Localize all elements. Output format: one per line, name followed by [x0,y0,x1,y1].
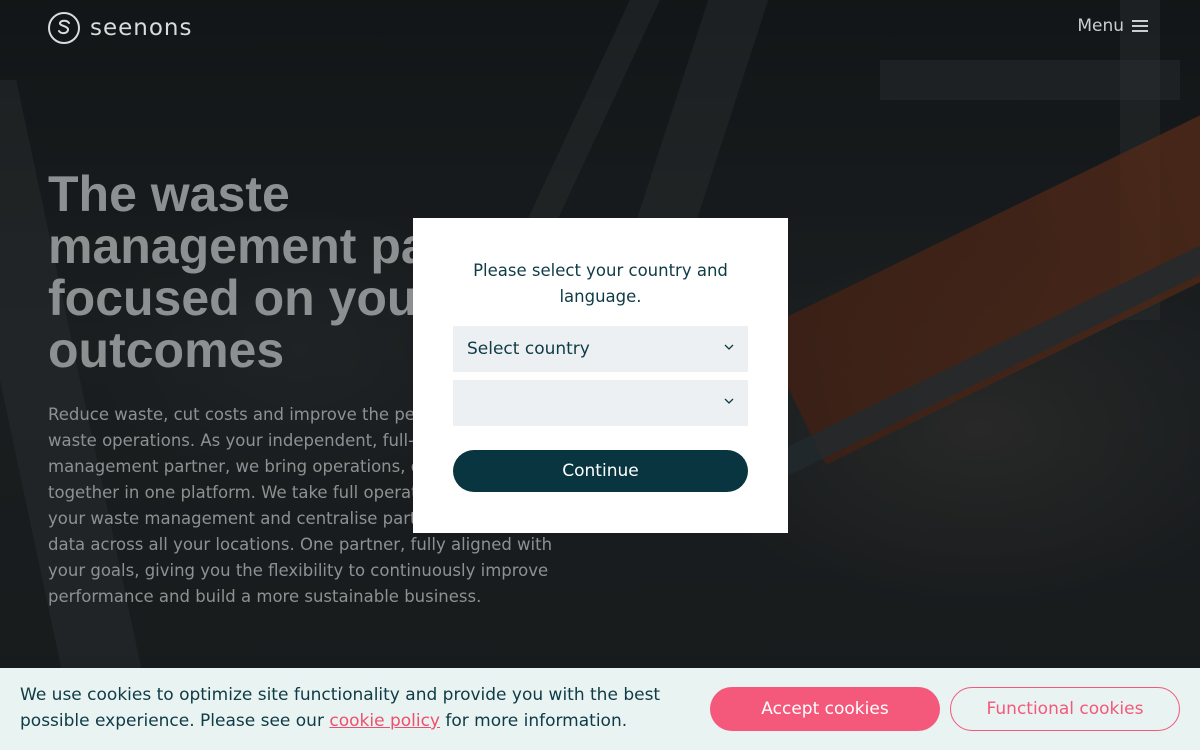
brand-name: seenons [90,15,193,41]
chevron-down-icon [724,398,734,404]
hamburger-icon [1132,20,1148,32]
continue-button[interactable]: Continue [453,450,748,492]
modal-prompt: Please select your country and language. [473,261,728,306]
menu-label: Menu [1077,16,1124,36]
cookie-policy-link[interactable]: cookie policy [329,711,440,731]
logo-icon [48,12,80,44]
cookie-banner: We use cookies to optimize site function… [0,668,1200,750]
menu-button[interactable]: Menu [1077,16,1148,36]
cookie-text-after: for more information. [439,711,628,731]
chevron-down-icon [724,344,734,350]
language-select[interactable] [453,380,748,426]
brand-logo[interactable]: seenons [48,12,193,44]
accept-cookies-button[interactable]: Accept cookies [710,687,940,731]
country-language-modal: Please select your country and language.… [413,218,788,533]
cookie-message: We use cookies to optimize site function… [20,682,690,734]
country-select-value: Select country [467,339,590,359]
functional-cookies-button[interactable]: Functional cookies [950,687,1180,731]
country-select[interactable]: Select country [453,326,748,372]
